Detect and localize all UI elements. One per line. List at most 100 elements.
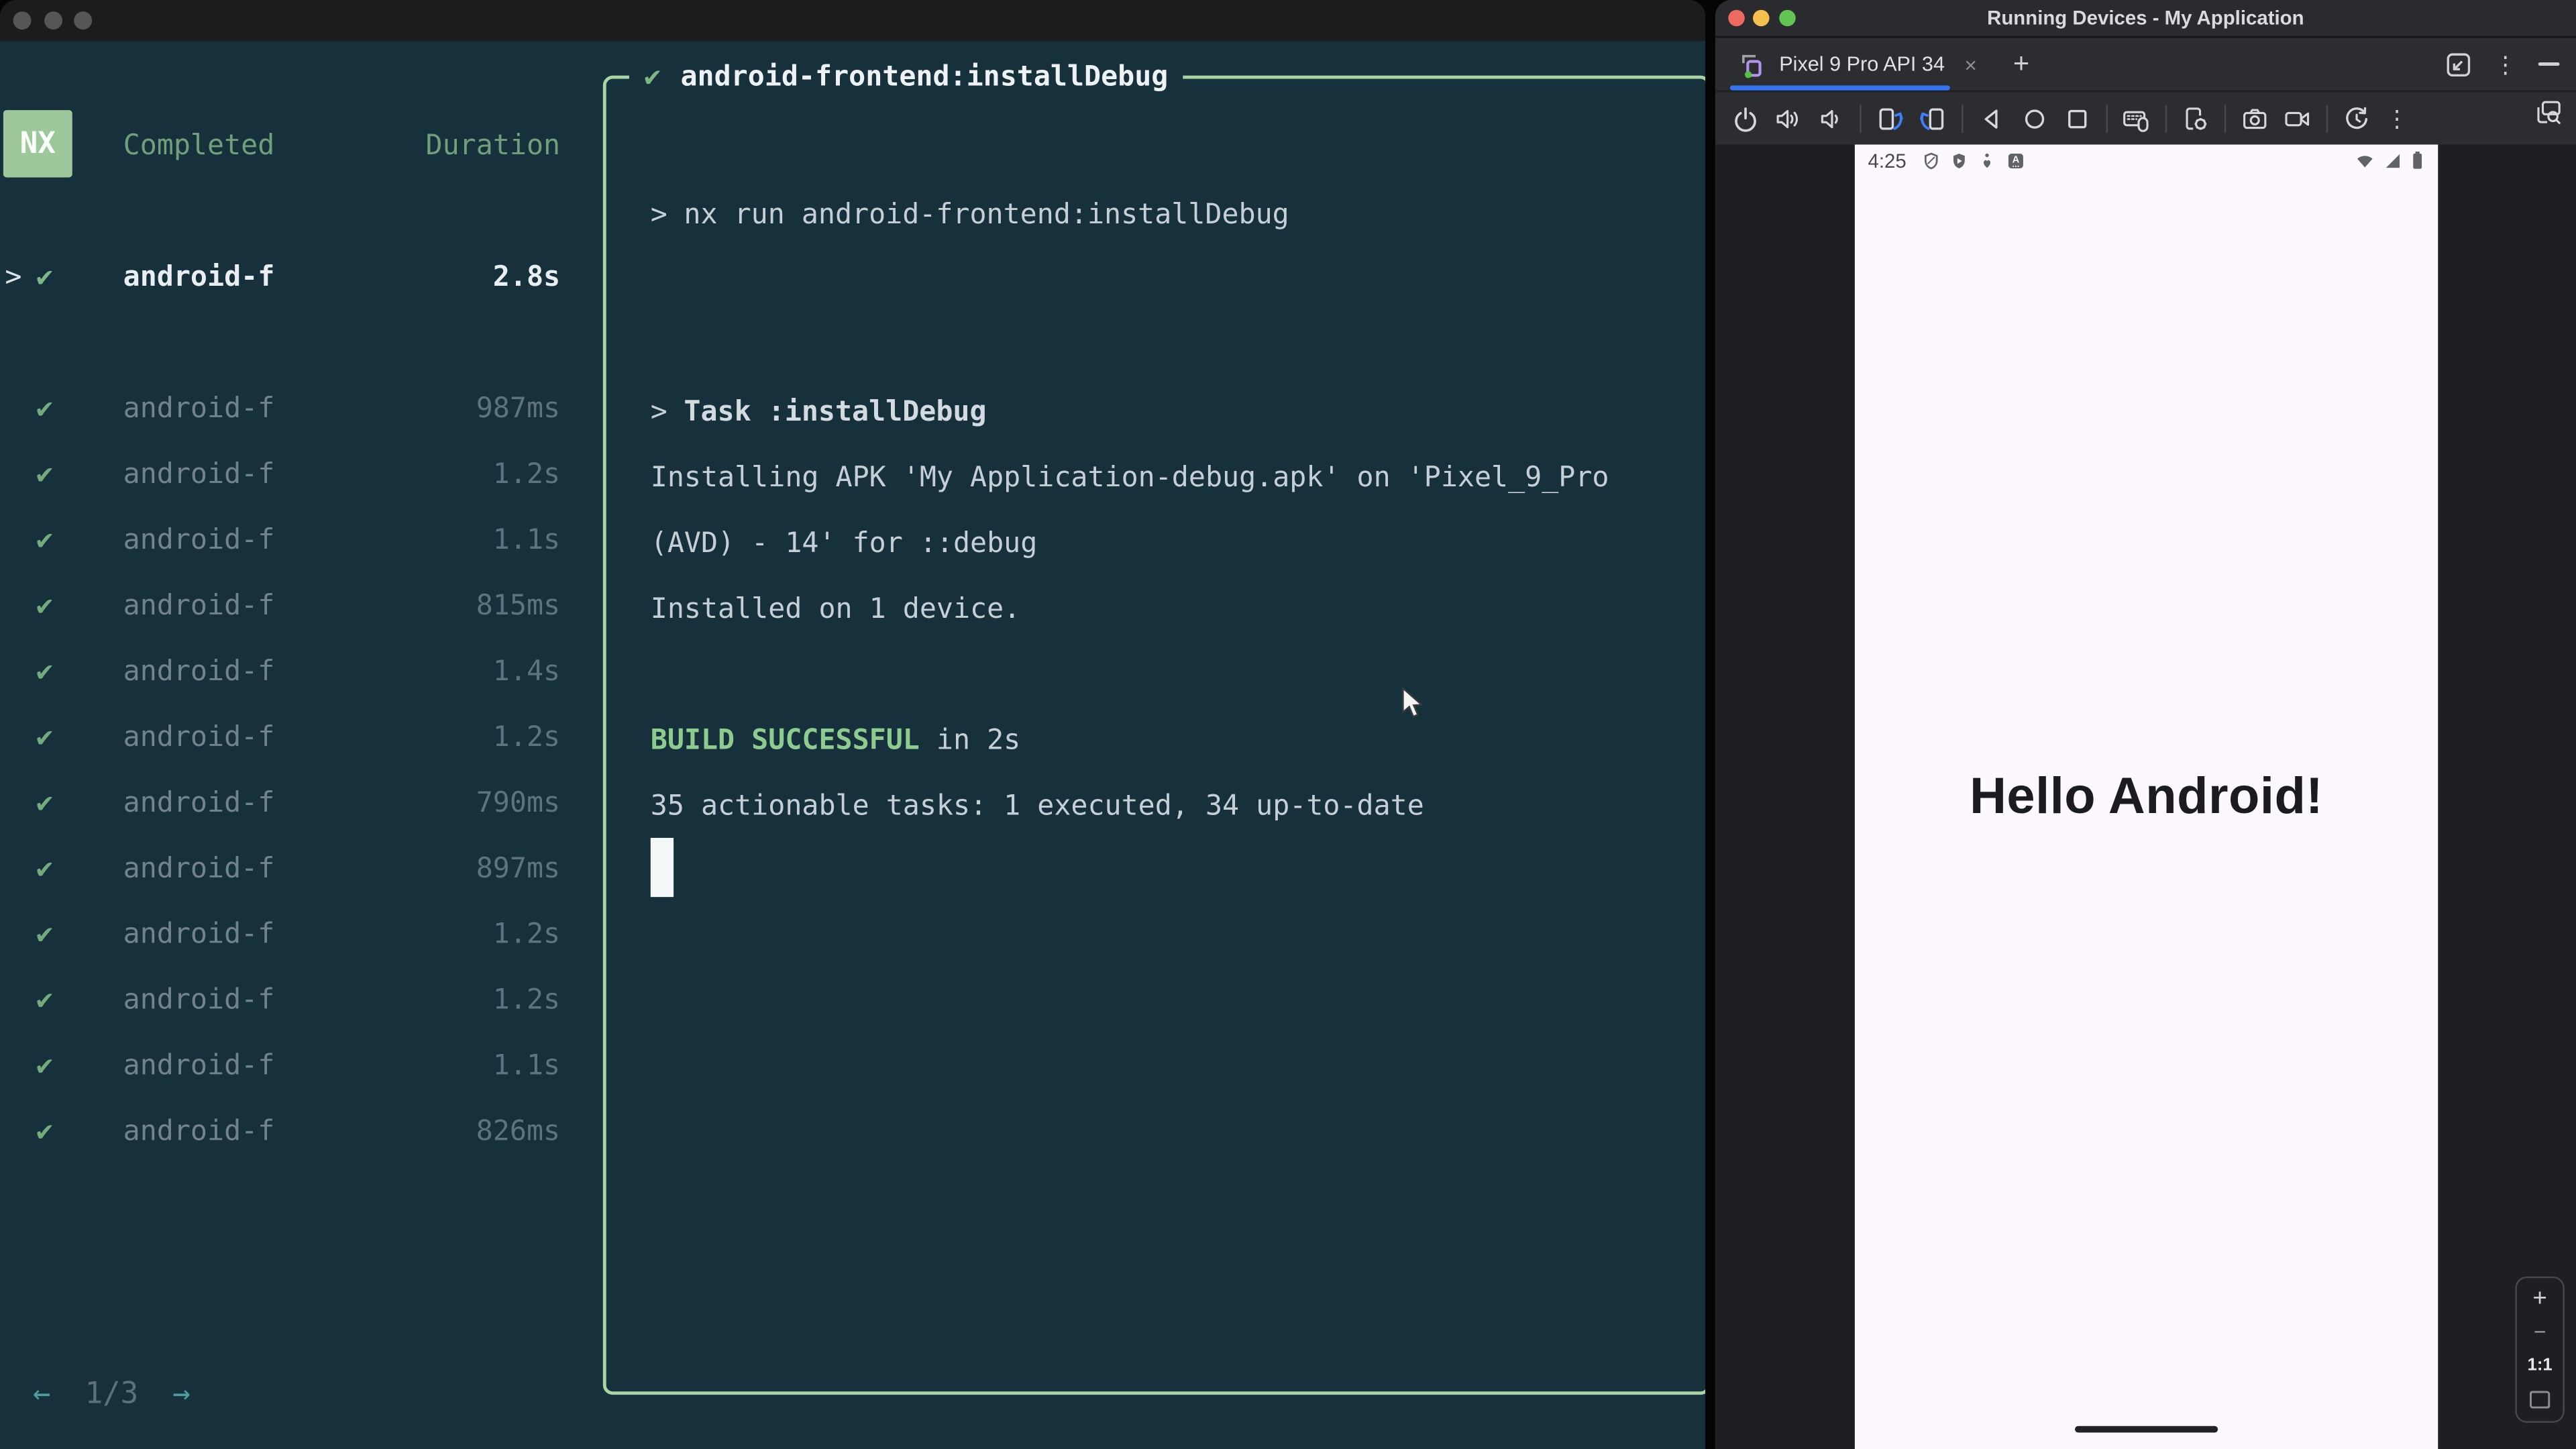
- power-icon[interactable]: [1731, 105, 1760, 133]
- terminal-titlebar[interactable]: [0, 0, 1706, 42]
- active-tab-indicator: [1729, 85, 1950, 91]
- navigation-handle[interactable]: [2075, 1426, 2218, 1433]
- device-tabbar: Pixel 9 Pro API 34 × + ⋮: [1715, 38, 2576, 93]
- task-row[interactable]: ✔ android-f 1.1s: [0, 508, 560, 574]
- wellbeing-icon: [1984, 152, 1991, 167]
- zoom-controls: + − 1:1: [2515, 1276, 2565, 1423]
- check-icon: ✔: [36, 458, 53, 492]
- task-duration: 897ms: [476, 853, 561, 886]
- toolbar-separator: [2224, 104, 2226, 133]
- task-output-panel: ✔ android-frontend:installDebug > nx run a…: [602, 56, 1706, 1395]
- command-text: nx run android-frontend:installDebug: [684, 199, 1289, 232]
- zoom-out-button[interactable]: −: [2534, 1321, 2546, 1342]
- task-row[interactable]: ✔ android-f 790ms: [0, 771, 560, 837]
- task-list-header: Completed Duration: [0, 113, 560, 179]
- overview-icon[interactable]: [2063, 105, 2092, 133]
- toolbar-more-icon[interactable]: ⋮: [2385, 105, 2408, 133]
- tab-pixel-9-pro[interactable]: Pixel 9 Pro API 34 × +: [1738, 38, 2029, 90]
- tasks-summary-line: 35 actionable tasks: 1 executed, 34 up-t…: [650, 790, 1424, 823]
- vpn-shield-icon: [1925, 152, 1939, 169]
- pagination: ← 1/3 →: [33, 1373, 191, 1416]
- minimize-button[interactable]: [44, 11, 63, 30]
- task-name: android-f: [123, 261, 275, 294]
- close-button[interactable]: [13, 11, 32, 30]
- volume-down-icon[interactable]: [1817, 105, 1845, 133]
- zoom-in-button[interactable]: +: [2532, 1287, 2546, 1311]
- task-row[interactable]: ✔ android-f 897ms: [0, 837, 560, 902]
- task-name: android-f: [123, 524, 275, 557]
- back-icon[interactable]: [1978, 105, 2006, 133]
- task-row[interactable]: ✔ android-f 1.2s: [0, 967, 560, 1033]
- task-row[interactable]: ✔ android-f 815ms: [0, 574, 560, 639]
- rotate-right-icon[interactable]: [1919, 105, 1947, 133]
- close-button[interactable]: [1728, 9, 1745, 27]
- chevron-icon: >: [5, 261, 22, 294]
- maximize-button[interactable]: [74, 11, 93, 30]
- tab-close-icon[interactable]: ×: [1964, 52, 1977, 76]
- new-tab-icon[interactable]: +: [2013, 48, 2029, 80]
- toolbar-separator: [2165, 104, 2167, 133]
- task-row[interactable]: ✔ android-f 1.2s: [0, 705, 560, 771]
- check-icon: ✔: [36, 261, 53, 294]
- rotate-left-icon[interactable]: [1876, 105, 1904, 133]
- check-icon: ✔: [36, 787, 53, 820]
- task-duration: 1.1s: [492, 1049, 561, 1083]
- check-icon: ✔: [644, 60, 661, 94]
- gradle-task-text: Task :installDebug: [684, 396, 987, 429]
- screenshot-icon[interactable]: [2241, 105, 2269, 133]
- task-name: android-f: [123, 983, 275, 1017]
- status-right-icons: [2354, 150, 2424, 171]
- task-row[interactable]: ✔ android-f 1.4s: [0, 639, 560, 705]
- task-row[interactable]: ✔ android-f 826ms: [0, 1099, 560, 1165]
- task-duration: 1.1s: [492, 524, 561, 557]
- page-indicator: 1/3: [85, 1377, 139, 1411]
- check-icon: ✔: [36, 590, 53, 623]
- snapshots-search-icon[interactable]: [2535, 99, 2563, 127]
- play-protect-icon: [1953, 152, 1966, 168]
- command-line: > nx run android-frontend:installDebug: [651, 195, 1289, 235]
- selected-task-row[interactable]: > ✔ android-f 2.8s: [0, 245, 560, 311]
- task-row[interactable]: ✔ android-f 1.1s: [0, 1033, 560, 1099]
- volume-up-icon[interactable]: [1774, 105, 1803, 133]
- task-name: android-f: [123, 392, 275, 426]
- reset-icon[interactable]: [2343, 105, 2371, 133]
- studio-titlebar[interactable]: Running Devices - My Application: [1715, 0, 2576, 38]
- tool-window-controls: ⋮: [2445, 38, 2560, 90]
- keyboard-mouse-icon[interactable]: [2123, 105, 2151, 133]
- check-icon: ✔: [36, 721, 53, 755]
- hide-tool-window-icon[interactable]: [2538, 62, 2560, 66]
- gradle-task-line: > Task :installDebug: [651, 392, 987, 432]
- task-name: android-f: [123, 853, 275, 886]
- cellular-signal-icon: [2385, 153, 2400, 167]
- restore-down-icon[interactable]: [2445, 50, 2473, 78]
- svg-text:A: A: [2012, 154, 2020, 165]
- task-row[interactable]: ✔ android-f 1.2s: [0, 442, 560, 508]
- fit-screen-icon[interactable]: [2528, 1389, 2551, 1409]
- prev-page-arrow-icon[interactable]: ←: [33, 1377, 51, 1411]
- task-duration: 2.8s: [492, 261, 561, 294]
- virtual-device-icon: [1742, 54, 1762, 78]
- task-duration: 1.4s: [492, 655, 561, 689]
- more-options-icon[interactable]: ⋮: [2494, 50, 2517, 78]
- emulator-screen[interactable]: 4:25 A Hello Android!: [1854, 144, 2438, 1449]
- minimize-button[interactable]: [1753, 9, 1770, 27]
- task-row[interactable]: ✔ android-f 987ms: [0, 376, 560, 442]
- zoom-ratio-button[interactable]: 1:1: [2528, 1355, 2553, 1375]
- maximize-button[interactable]: [1779, 9, 1796, 27]
- build-status-line: BUILD SUCCESSFUL in 2s: [651, 721, 1020, 761]
- screen-record-icon[interactable]: [2284, 105, 2312, 133]
- task-duration: 815ms: [476, 590, 561, 623]
- home-icon[interactable]: [2021, 105, 2049, 133]
- battery-icon: [2413, 151, 2422, 169]
- prompt-symbol: >: [650, 199, 667, 232]
- task-row[interactable]: ✔ android-f 1.2s: [0, 902, 560, 967]
- device-statusbar: 4:25 A: [1855, 145, 2438, 176]
- task-name: android-f: [123, 918, 275, 951]
- device-settings-icon[interactable]: [2182, 105, 2210, 133]
- toolbar-separator: [2326, 104, 2328, 133]
- prompt-symbol: >: [650, 396, 667, 429]
- task-output-title-text: android-frontend:installDebug: [680, 60, 1169, 94]
- window-title: Running Devices - My Application: [1987, 6, 2304, 30]
- next-page-arrow-icon[interactable]: →: [172, 1377, 191, 1411]
- task-name: android-f: [123, 787, 275, 820]
